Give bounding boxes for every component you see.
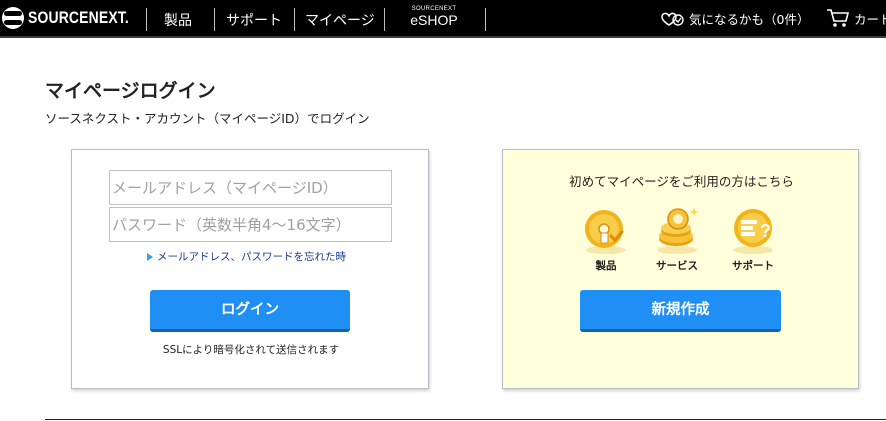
login-panel: メールアドレス、パスワードを忘れた時 ログイン SSLにより暗号化されて送信され… bbox=[71, 149, 429, 389]
nav-products[interactable]: 製品 bbox=[164, 10, 192, 30]
logo-text: SOURCENEXT. bbox=[28, 8, 129, 27]
create-account-button[interactable]: 新規作成 bbox=[580, 290, 781, 332]
triangle-bullet-icon bbox=[147, 252, 153, 261]
password-field[interactable] bbox=[109, 207, 392, 242]
login-button[interactable]: ログイン bbox=[150, 290, 350, 332]
bottom-divider bbox=[45, 419, 886, 420]
feature-label: 製品 bbox=[595, 260, 617, 272]
nav-mypage[interactable]: マイページ bbox=[305, 10, 375, 30]
feature-label: サポート bbox=[732, 260, 774, 272]
email-field[interactable] bbox=[109, 170, 392, 205]
forgot-credentials-link[interactable]: メールアドレス、パスワードを忘れた時 bbox=[147, 249, 346, 264]
nav-divider bbox=[485, 8, 486, 31]
nav-support[interactable]: サポート bbox=[226, 10, 282, 30]
coins-icon bbox=[657, 207, 699, 254]
nav-divider bbox=[294, 8, 295, 31]
favorites-link[interactable]: 気になるかも（0件） bbox=[659, 8, 809, 28]
forgot-credentials-label: メールアドレス、パスワードを忘れた時 bbox=[157, 251, 346, 263]
register-panel: 初めてマイページをご利用の方はこちら 製品 サービス ? サポート 新規作成 bbox=[502, 149, 859, 389]
cart-icon bbox=[827, 9, 850, 27]
eshop-label: eSHOP bbox=[410, 12, 458, 28]
svg-text:?: ? bbox=[760, 221, 771, 241]
feature-label: サービス bbox=[656, 260, 698, 272]
register-heading: 初めてマイページをご利用の方はこちら bbox=[569, 174, 794, 189]
favorites-label: 気になるかも（0件） bbox=[689, 11, 810, 27]
sourcenext-logo[interactable]: SOURCENEXT. bbox=[2, 7, 151, 29]
feature-products: 製品 bbox=[576, 203, 636, 273]
page-subtitle: ソースネクスト・アカウント（マイページID）でログイン bbox=[45, 111, 370, 126]
cart-link[interactable]: カート bbox=[826, 8, 886, 28]
page-title: マイページログイン bbox=[45, 80, 216, 102]
support-chat-icon: ? bbox=[733, 209, 773, 254]
logo-mark-icon bbox=[2, 7, 24, 29]
nav-divider bbox=[214, 8, 215, 31]
ssl-note: SSLにより暗号化されて送信されます bbox=[162, 344, 340, 356]
nav-divider bbox=[146, 8, 147, 31]
cart-label: カート bbox=[854, 11, 886, 27]
top-header: SOURCENEXT. 製品 サポート マイページ SOURCENEXT eSH… bbox=[0, 0, 886, 38]
nav-divider bbox=[384, 8, 385, 31]
disc-icon bbox=[585, 210, 626, 254]
feature-support: ? サポート bbox=[723, 203, 783, 273]
feature-services: サービス bbox=[647, 203, 707, 273]
heart-bag-icon bbox=[661, 12, 684, 26]
nav-eshop[interactable]: SOURCENEXT eSHOP bbox=[409, 5, 459, 28]
